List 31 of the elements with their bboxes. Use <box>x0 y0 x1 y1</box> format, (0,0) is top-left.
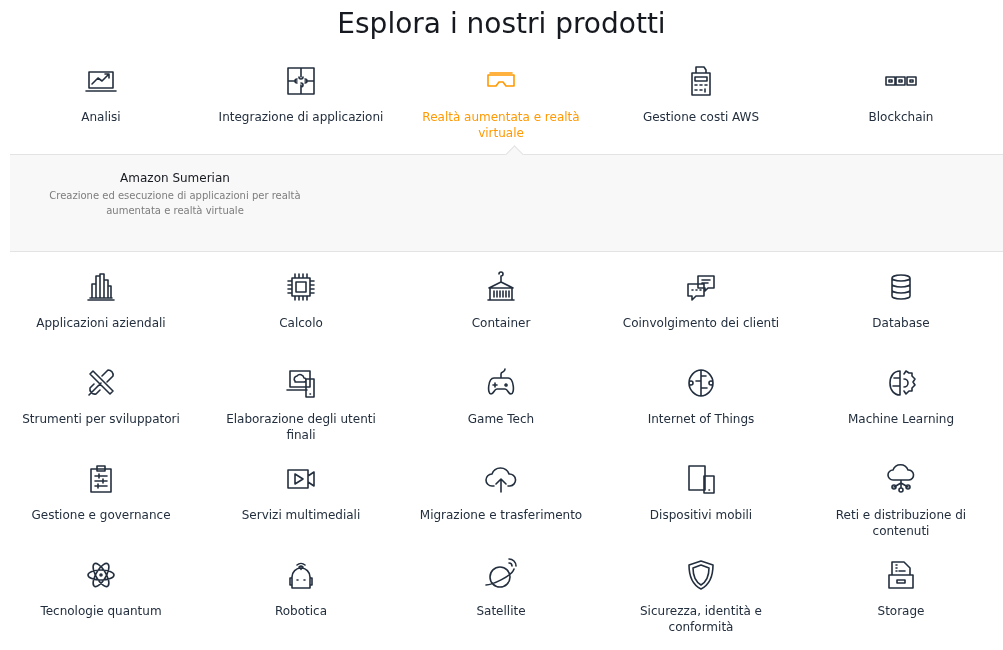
category-tab[interactable]: Machine Learning <box>847 411 955 427</box>
product-description: Creazione ed esecuzione di applicazioni per realtà aumentata e realtà virtuale <box>48 189 302 218</box>
shipping-container-icon[interactable] <box>484 270 518 304</box>
category-tab[interactable]: Game Tech <box>467 411 535 427</box>
category-tab[interactable]: Robotica <box>274 603 328 619</box>
category-tab[interactable]: Integrazione di applicazioni <box>218 109 384 125</box>
category-tab[interactable]: Sicurezza, identità e conformità <box>616 603 786 635</box>
buildings-icon[interactable] <box>84 270 118 304</box>
category-tab[interactable]: Analisi <box>81 109 121 125</box>
chip-icon[interactable] <box>284 270 318 304</box>
category-tab[interactable]: Storage <box>877 603 925 619</box>
category-tab[interactable]: Strumenti per sviluppatori <box>22 411 180 427</box>
category-tab[interactable]: Blockchain <box>868 109 934 125</box>
puzzle-icon[interactable] <box>284 64 318 98</box>
category-tab[interactable]: Reti e distribuzione di contenuti <box>816 507 986 539</box>
category-tab[interactable]: Coinvolgimento dei clienti <box>622 315 780 331</box>
category-tab[interactable]: Container <box>471 315 531 331</box>
category-tab[interactable]: Calcolo <box>279 315 323 331</box>
category-tab[interactable]: Tecnologie quantum <box>40 603 162 619</box>
category-tab[interactable]: Applicazioni aziendali <box>36 315 166 331</box>
category-tab[interactable]: Dispositivi mobili <box>649 507 753 523</box>
category-tab[interactable]: Satellite <box>476 603 526 619</box>
category-tab[interactable]: Gestione costi AWS <box>642 109 760 125</box>
product-link[interactable]: Amazon Sumerian <box>120 171 230 185</box>
category-tab[interactable]: Database <box>872 315 930 331</box>
page-title: Esplora i nostri prodotti <box>336 6 667 42</box>
category-tab[interactable]: Gestione e governance <box>31 507 171 523</box>
category-tab[interactable]: Servizi multimediali <box>241 507 361 523</box>
category-tab[interactable]: Elaborazione degli utenti finali <box>216 411 386 443</box>
category-tab[interactable]: Migrazione e trasferimento <box>419 507 583 523</box>
category-tab[interactable]: Internet of Things <box>647 411 755 427</box>
